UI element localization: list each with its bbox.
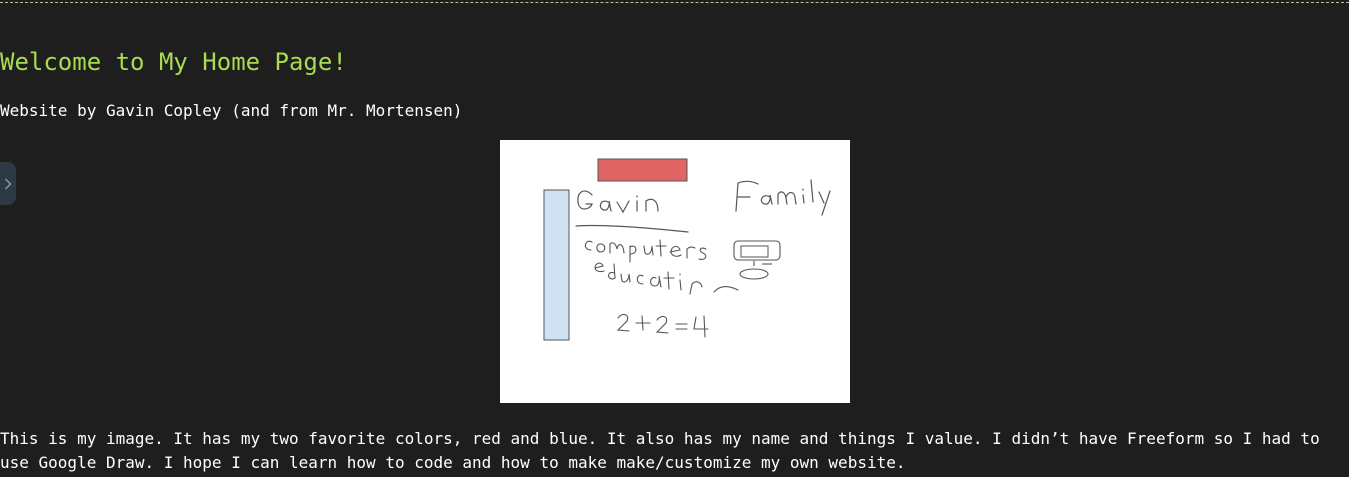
drawing-image (500, 140, 850, 403)
blue-block (543, 189, 570, 341)
handwriting-family (735, 179, 831, 216)
sidebar-toggle-button[interactable] (0, 162, 16, 205)
handwriting-gavin (575, 190, 689, 233)
handwriting-education (594, 262, 739, 295)
description-paragraph: This is my image. It has my two favorite… (0, 429, 1320, 472)
top-border (0, 2, 1349, 3)
byline: Website by Gavin Copley (and from Mr. Mo… (0, 101, 463, 120)
monitor-sketch (733, 240, 781, 280)
handwriting-math (616, 313, 709, 338)
red-block (597, 158, 688, 182)
handwriting-computers (584, 239, 707, 263)
page-title: Welcome to My Home Page! (0, 48, 347, 76)
chevron-right-icon (4, 177, 12, 190)
